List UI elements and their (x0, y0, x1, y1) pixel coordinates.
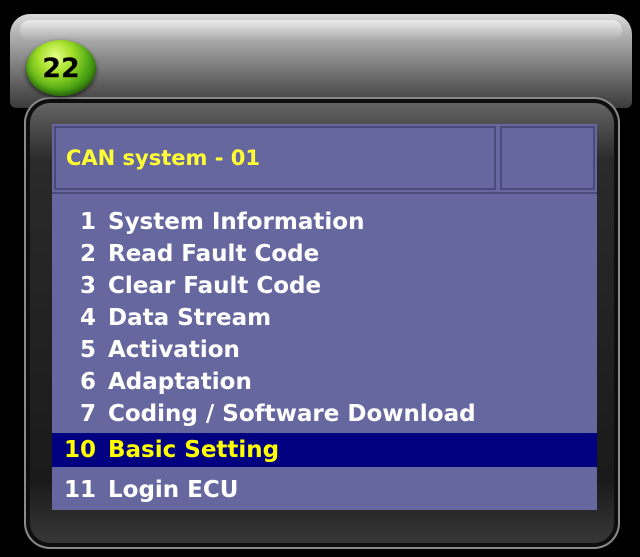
header-row: CAN system - 01 (52, 124, 597, 194)
menu-item-activation[interactable]: 5 Activation (52, 334, 597, 366)
menu-item-clear-fault-code[interactable]: 3 Clear Fault Code (52, 270, 597, 302)
menu-item-adaptation[interactable]: 6 Adaptation (52, 366, 597, 398)
menu-item-data-stream[interactable]: 4 Data Stream (52, 302, 597, 334)
menu-item-label: Adaptation (108, 369, 252, 395)
menu-item-coding-software-download[interactable]: 7 Coding / Software Download (52, 398, 597, 430)
header-aux-cell (500, 126, 595, 190)
menu-item-label: Read Fault Code (108, 241, 320, 267)
menu-item-number: 10 (63, 437, 96, 463)
menu-item-label: Data Stream (108, 305, 272, 331)
menu-item-label: System Information (108, 209, 365, 235)
page-number-badge: 22 (26, 40, 96, 96)
menu-item-number: 5 (79, 337, 96, 363)
function-menu: 1 System Information 2 Read Fault Code 3… (52, 206, 597, 507)
menu-item-basic-setting[interactable]: 10 Basic Setting (52, 433, 597, 467)
menu-item-number: 4 (79, 305, 96, 331)
menu-item-number: 2 (79, 241, 96, 267)
menu-item-system-information[interactable]: 1 System Information (52, 206, 597, 238)
menu-panel: CAN system - 01 1 System Information 2 R… (52, 124, 597, 510)
menu-item-read-fault-code[interactable]: 2 Read Fault Code (52, 238, 597, 270)
menu-item-number: 1 (79, 209, 96, 235)
menu-item-number: 3 (79, 273, 96, 299)
system-title: CAN system - 01 (66, 146, 260, 170)
header-divider (52, 192, 597, 194)
screen: 22 CAN system - 01 1 System Information … (0, 0, 640, 557)
menu-panel-frame: CAN system - 01 1 System Information 2 R… (24, 97, 620, 549)
menu-item-number: 11 (63, 477, 96, 503)
menu-item-number: 7 (79, 401, 96, 427)
menu-item-label: Clear Fault Code (108, 273, 322, 299)
menu-item-login-ecu[interactable]: 11 Login ECU (52, 473, 597, 507)
menu-item-label: Activation (108, 337, 240, 363)
menu-item-label: Login ECU (108, 477, 239, 503)
menu-item-number: 6 (79, 369, 96, 395)
header-title-cell: CAN system - 01 (54, 126, 496, 190)
top-bezel (10, 14, 632, 108)
menu-item-label: Basic Setting (108, 437, 280, 463)
page-number: 22 (42, 52, 80, 84)
menu-item-label: Coding / Software Download (108, 401, 476, 427)
